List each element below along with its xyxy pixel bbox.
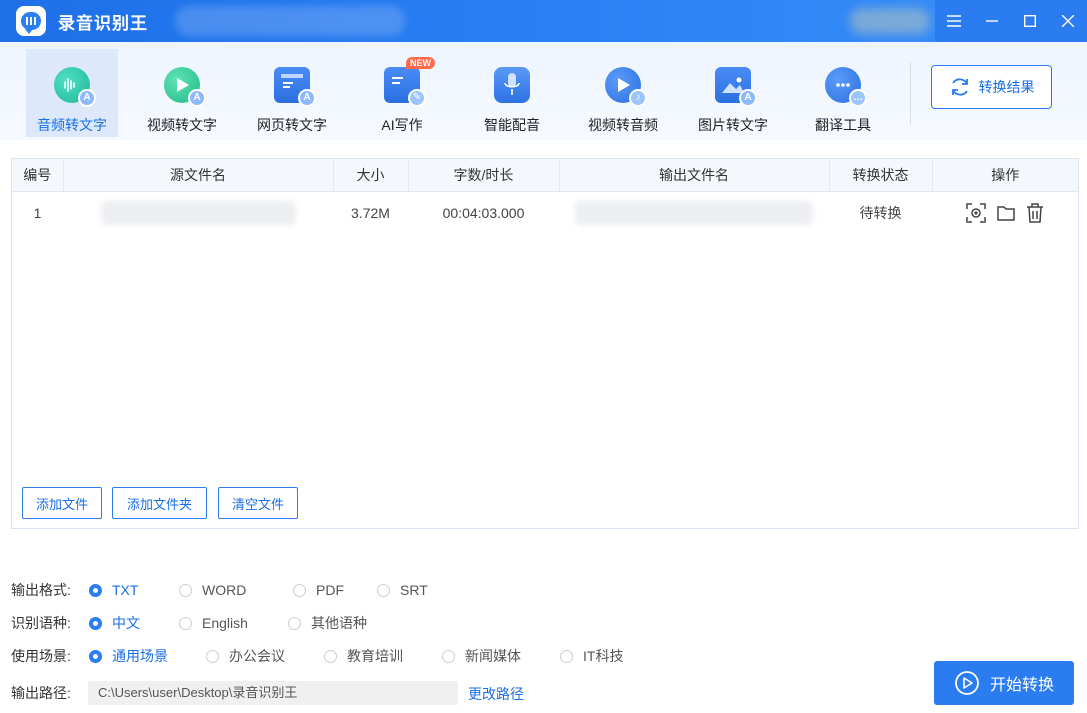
language-radio-chinese[interactable]: 中文 [89,613,179,633]
format-radio-word[interactable]: WORD [179,582,293,598]
preview-icon[interactable] [966,203,986,223]
tool-webpage-to-text[interactable]: A 网页转文字 [246,49,338,137]
scene-row: 使用场景: 通用场景 办公会议 教育培训 新闻媒体 IT科技 [11,645,650,667]
add-file-button[interactable]: 添加文件 [22,487,102,519]
tool-ai-writing[interactable]: ✎ NEW AI写作 [356,49,448,137]
format-radio-txt[interactable]: TXT [89,582,179,598]
scene-radio-education[interactable]: 教育培训 [324,646,442,666]
webpage-to-text-icon: A [274,67,316,107]
tool-label: 图片转文字 [698,117,768,133]
tool-label: 视频转文字 [147,117,217,133]
start-conversion-label: 开始转换 [989,677,1054,694]
row-source-name [63,191,333,235]
change-path-link[interactable]: 更改路径 [468,684,524,704]
new-badge: NEW [406,57,435,69]
tool-translate[interactable]: … 翻译工具 [797,49,889,137]
app-title: 录音识别王 [58,13,148,33]
close-icon[interactable] [1049,0,1087,42]
conversion-result-button[interactable]: 转换结果 [931,65,1052,109]
delete-icon[interactable] [1026,203,1044,223]
minimize-icon[interactable] [973,0,1011,42]
scene-radio-office[interactable]: 办公会议 [206,646,324,666]
tool-smart-dubbing[interactable]: 智能配音 [466,49,558,137]
column-header-duration: 字数/时长 [408,159,560,192]
clear-files-button[interactable]: 清空文件 [218,487,298,519]
format-radio-srt[interactable]: SRT [377,582,457,598]
scene-radio-general[interactable]: 通用场景 [89,646,206,666]
format-radio-pdf[interactable]: PDF [293,582,377,598]
conversion-result-label: 转换结果 [978,79,1035,95]
image-to-text-icon: A [715,67,757,107]
feature-toolbar: A 音频转文字 A 视频转文字 A 网页转文字 ✎ NEW AI写作 智能配音 [0,42,1087,140]
tool-image-to-text[interactable]: A 图片转文字 [687,49,779,137]
column-header-index: 编号 [12,159,64,192]
language-radio-english[interactable]: English [179,615,288,631]
video-to-audio-icon: ♪ [605,67,647,107]
output-path-label: 输出路径: [11,685,71,701]
tool-label: 视频转音频 [588,117,658,133]
row-output-name [559,191,829,235]
table-row[interactable]: 1 3.72M 00:04:03.000 待转换 [12,191,1078,235]
output-path-field[interactable]: C:\Users\user\Desktop\录音识别王 [88,681,458,705]
output-format-label: 输出格式: [11,582,71,598]
audio-to-text-icon: A [54,67,96,107]
app-logo-icon [16,6,46,36]
tool-video-to-audio[interactable]: ♪ 视频转音频 [577,49,669,137]
video-to-text-icon: A [164,67,206,107]
ai-writing-icon: ✎ [384,67,426,107]
play-circle-icon [955,671,979,695]
scene-radio-it[interactable]: IT科技 [560,646,650,666]
blurred-promo-area [850,8,930,34]
scene-label: 使用场景: [11,648,71,664]
scene-radio-news[interactable]: 新闻媒体 [442,646,560,666]
file-table: 编号 源文件名 大小 字数/时长 输出文件名 转换状态 操作 1 3.72M 0… [12,159,1078,235]
tool-label: AI写作 [381,117,423,133]
folder-icon[interactable] [996,203,1016,223]
language-label: 识别语种: [11,615,71,631]
maximize-icon[interactable] [1011,0,1049,42]
column-header-actions: 操作 [932,159,1078,192]
language-radio-other[interactable]: 其他语种 [288,613,388,633]
column-header-size: 大小 [333,159,409,192]
toolbar-divider [910,62,911,124]
column-header-status: 转换状态 [829,159,933,192]
menu-icon[interactable] [935,0,973,42]
translate-icon: … [825,67,867,107]
row-duration: 00:04:03.000 [442,205,525,222]
title-bar: 录音识别王 [0,0,1087,42]
tool-label: 网页转文字 [257,117,327,133]
tool-label: 智能配音 [484,117,540,133]
output-path-row: 输出路径: [11,682,89,704]
column-header-output-name: 输出文件名 [559,159,830,192]
file-list-panel: 编号 源文件名 大小 字数/时长 输出文件名 转换状态 操作 1 3.72M 0… [11,158,1079,529]
language-row: 识别语种: 中文 English 其他语种 [11,612,388,634]
tool-label: 音频转文字 [37,117,107,133]
add-folder-button[interactable]: 添加文件夹 [112,487,207,519]
start-conversion-button[interactable]: 开始转换 [934,661,1074,705]
tool-audio-to-text[interactable]: A 音频转文字 [26,49,118,137]
column-header-source-name: 源文件名 [63,159,334,192]
row-status: 待转换 [859,205,902,222]
row-actions [932,191,1078,235]
blurred-title-area [175,6,405,36]
table-header-row: 编号 源文件名 大小 字数/时长 输出文件名 转换状态 操作 [12,159,1078,192]
tool-video-to-text[interactable]: A 视频转文字 [136,49,228,137]
smart-dubbing-icon [494,67,530,103]
refresh-icon [951,78,968,96]
window-controls [935,0,1087,42]
output-format-row: 输出格式: TXT WORD PDF SRT [11,579,457,601]
tool-label: 翻译工具 [815,117,871,133]
row-size: 3.72M [351,205,390,222]
row-index: 1 [33,205,42,222]
